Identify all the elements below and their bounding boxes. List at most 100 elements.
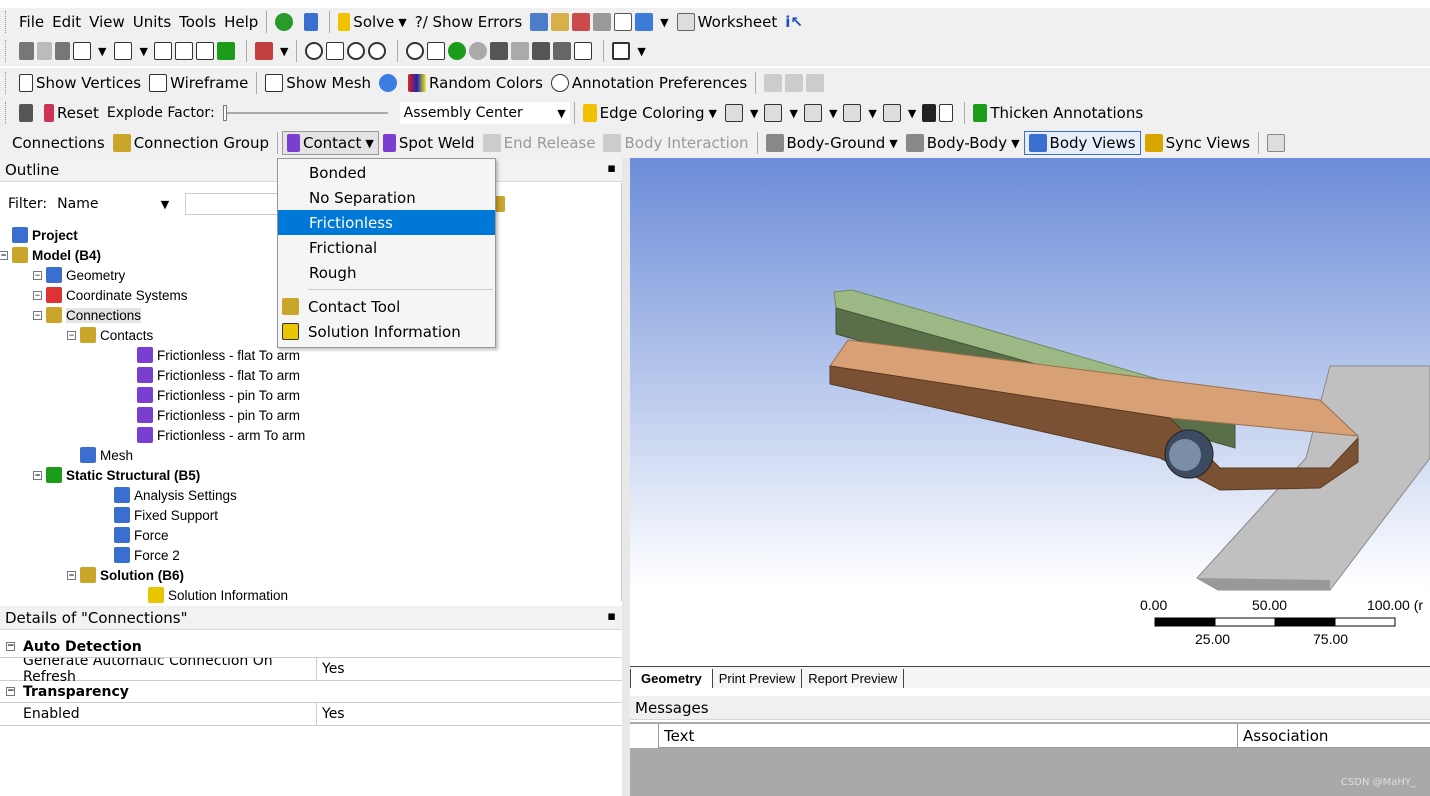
assembly-center-select[interactable]: Assembly Center ▼	[399, 102, 570, 124]
nav-icons-group[interactable]	[301, 39, 393, 63]
menu-item-contact-tool[interactable]: Contact Tool	[278, 294, 495, 319]
zoom-in-icon[interactable]	[448, 42, 467, 60]
select-vertex-icon[interactable]	[19, 42, 34, 60]
tree-node[interactable]: − Static Structural (B5)	[33, 465, 200, 485]
menu-item-rough[interactable]: Rough	[278, 260, 495, 285]
wireframe-button[interactable]: Wireframe	[145, 71, 252, 95]
zoom-icon[interactable]	[347, 42, 366, 60]
worksheet-button[interactable]: Worksheet	[673, 10, 782, 34]
menu-item-no-separation[interactable]: No Separation	[278, 185, 495, 210]
filter-select[interactable]: Name ▼	[53, 193, 174, 215]
body-views-button[interactable]: Body Views	[1023, 131, 1141, 155]
panel-splitter[interactable]	[622, 158, 630, 796]
expand-toggle-icon[interactable]: −	[0, 250, 8, 260]
menu-help[interactable]: Help	[220, 10, 262, 34]
spot-weld-button[interactable]: Spot Weld	[379, 131, 479, 155]
tree-node[interactable]: Mesh	[80, 445, 133, 465]
toolbar-grip[interactable]	[5, 11, 15, 33]
expand-icon[interactable]	[174, 42, 193, 60]
body-body-button[interactable]: Body-Body ▼	[902, 131, 1024, 155]
pin-icon[interactable]: ▪	[607, 609, 616, 624]
expand-toggle-icon[interactable]: −	[67, 570, 76, 580]
tree-node[interactable]: Fixed Support	[114, 505, 218, 525]
tree-node[interactable]: Frictionless - arm To arm	[137, 425, 305, 445]
toolbar-grip[interactable]	[5, 40, 15, 62]
tree-node[interactable]: − Solution (B6)	[67, 565, 184, 585]
menu-item-frictionless[interactable]: Frictionless	[278, 210, 495, 235]
tree-node[interactable]: Frictionless - flat To arm	[137, 365, 300, 385]
cursor-mode-icon[interactable]	[114, 42, 133, 60]
tree-node[interactable]: Force 2	[114, 545, 180, 565]
rotate-icon[interactable]	[305, 42, 324, 60]
edge-icons-group[interactable]: ▼ ▼ ▼ ▼ ▼	[721, 101, 960, 125]
tree-node[interactable]: Frictionless - pin To arm	[137, 405, 300, 425]
text-icon[interactable]	[614, 13, 633, 31]
end-release-button[interactable]: End Release	[479, 131, 600, 155]
info-cursor-icon[interactable]: i↖	[781, 10, 807, 34]
tree-node[interactable]: Frictionless - pin To arm	[137, 385, 300, 405]
fit-icons-group[interactable]	[402, 39, 599, 63]
menu-tools[interactable]: Tools	[175, 10, 220, 34]
menu-item-frictional[interactable]: Frictional	[278, 235, 495, 260]
toolbar-grip[interactable]	[5, 102, 15, 124]
tree-node[interactable]: − Coordinate Systems	[33, 285, 188, 305]
box-zoom-icon[interactable]	[368, 42, 387, 60]
tag-icon[interactable]	[574, 42, 593, 60]
collapse-icon[interactable]: −	[6, 642, 15, 651]
edge-style-icon[interactable]	[803, 104, 822, 122]
expand-toggle-icon[interactable]: −	[33, 310, 42, 320]
iso-icon[interactable]	[490, 42, 509, 60]
menu-file[interactable]: File	[15, 10, 48, 34]
contact-button[interactable]: Contact ▼	[282, 131, 379, 155]
edge-style-icon[interactable]	[882, 104, 901, 122]
column-association[interactable]: Association	[1238, 724, 1333, 747]
annotation-preferences-button[interactable]: Annotation Preferences	[547, 71, 751, 95]
explode-factor-slider[interactable]	[219, 101, 394, 125]
pin-icon[interactable]	[922, 104, 937, 122]
tree-node[interactable]: − Geometry	[33, 265, 125, 285]
menu-edit[interactable]: Edit	[48, 10, 85, 34]
connection-group-button[interactable]: Connection Group	[109, 131, 273, 155]
toolbar-icon-group[interactable]: ▼	[526, 10, 672, 34]
tree-node[interactable]: Analysis Settings	[114, 485, 237, 505]
expand-toggle-icon[interactable]: −	[67, 330, 76, 340]
select-body-icon[interactable]	[73, 42, 91, 60]
menu-item-solution-information[interactable]: Solution Information	[278, 319, 495, 344]
view-icon[interactable]	[511, 42, 530, 60]
select-icons-group[interactable]: ▼ ▼	[15, 39, 242, 63]
toolbar-grip[interactable]	[5, 72, 15, 94]
random-colors-button[interactable]: Random Colors	[404, 71, 547, 95]
check-icon[interactable]	[271, 10, 300, 34]
tab-print-preview[interactable]: Print Preview	[713, 669, 803, 688]
group-transparency[interactable]: − Transparency	[0, 681, 622, 703]
extend-icon[interactable]	[153, 42, 172, 60]
graphics-viewport[interactable]: 0.00 50.00 100.00 (r 25.00 75.00	[630, 158, 1430, 666]
body-interaction-button[interactable]: Body Interaction	[599, 131, 752, 155]
tree-node[interactable]: Frictionless - flat To arm	[137, 345, 300, 365]
green-select-icon[interactable]	[216, 42, 235, 60]
tree-node[interactable]: − Contacts	[67, 325, 153, 345]
edge-style-icon[interactable]	[725, 104, 744, 122]
reset-button[interactable]: Reset	[40, 101, 103, 125]
column-text[interactable]: Text	[658, 724, 1238, 747]
solve-button[interactable]: Solve ▼	[334, 10, 410, 34]
collapse-icon[interactable]: −	[6, 687, 15, 696]
tree-node[interactable]: − Connections	[33, 305, 142, 325]
viewport-layout-button[interactable]: ▼	[608, 39, 649, 63]
zoom-box-icon[interactable]	[427, 42, 446, 60]
show-vertices-button[interactable]: Show Vertices	[15, 71, 145, 95]
tree-arrow-icon[interactable]	[300, 10, 325, 34]
property-value[interactable]: Yes	[317, 661, 345, 677]
thin-icon[interactable]	[939, 104, 954, 122]
explode-icon[interactable]	[15, 101, 40, 125]
tab-geometry[interactable]: Geometry	[630, 669, 713, 688]
show-errors-button[interactable]: ?/ Show Errors	[411, 10, 526, 34]
select-edge-icon[interactable]	[37, 42, 52, 60]
probe-icon[interactable]	[593, 13, 612, 31]
edge-style-icon[interactable]	[764, 104, 783, 122]
details-row[interactable]: Generate Automatic Connection On Refresh…	[0, 653, 622, 685]
tree-node[interactable]: Project	[12, 225, 78, 245]
edge-style-icon[interactable]	[843, 104, 862, 122]
thicken-annotations-button[interactable]: Thicken Annotations	[969, 101, 1147, 125]
details-row[interactable]: Enabled Yes	[0, 703, 622, 726]
